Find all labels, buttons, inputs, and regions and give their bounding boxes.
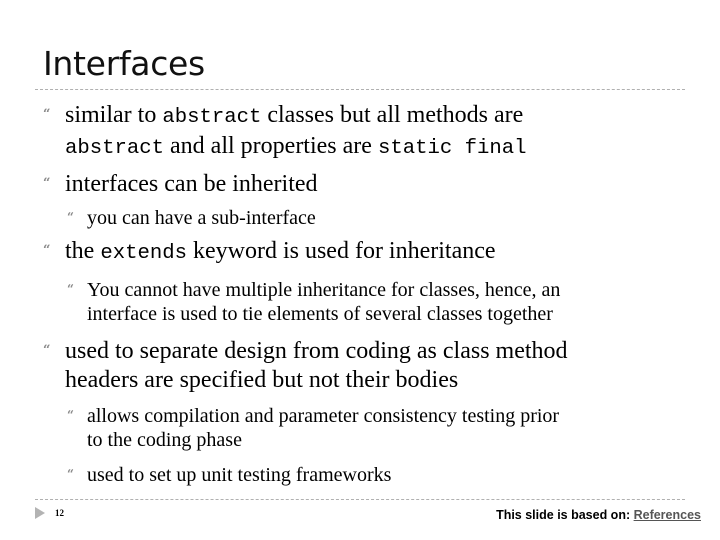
quote-bullet-icon: “ (43, 107, 51, 122)
code-keyword: abstract (65, 137, 165, 160)
bullet-text: similar to abstract classes but all meth… (65, 101, 685, 163)
text-run: and all properties are (164, 133, 378, 159)
quote-bullet-icon: “ (43, 343, 51, 358)
bullet-text: interfaces can be inherited (65, 170, 685, 199)
text-run: classes but all methods are (261, 102, 524, 128)
text-run: interface is used to tie elements of sev… (87, 303, 553, 325)
text-run: the (65, 238, 101, 264)
source-credit: This slide is based on: References (496, 507, 701, 523)
bullet-text: the extends keyword is used for inherita… (65, 237, 685, 268)
slide-title: Interfaces (43, 44, 205, 83)
title-divider (35, 89, 685, 90)
quote-bullet-icon: “ (67, 408, 74, 422)
text-run: used to set up unit testing frameworks (87, 464, 392, 486)
code-keyword: extends (100, 242, 187, 265)
bullet-text: used to separate design from coding as c… (65, 337, 685, 395)
footer-divider (35, 499, 685, 500)
references-link[interactable]: References (634, 508, 701, 522)
text-run: used to separate design from coding as c… (65, 338, 568, 364)
text-run: headers are specified but not their bodi… (65, 367, 459, 393)
quote-bullet-icon: “ (67, 282, 74, 296)
text-run: allows compilation and parameter consist… (87, 405, 560, 427)
bullet-text: used to set up unit testing frameworks (87, 463, 687, 487)
text-run: you can have a sub-interface (87, 207, 316, 229)
text-run: similar to (65, 102, 163, 128)
bullet-text: You cannot have multiple inheritance for… (87, 278, 687, 326)
bullet-text: you can have a sub-interface (87, 206, 687, 230)
play-arrow-icon (35, 507, 45, 519)
quote-bullet-icon: “ (67, 210, 74, 224)
bullet-text: allows compilation and parameter consist… (87, 404, 687, 452)
code-keyword: abstract (162, 106, 262, 129)
text-run: keyword is used for inheritance (186, 238, 496, 264)
quote-bullet-icon: “ (43, 243, 51, 258)
text-run: You cannot have multiple inheritance for… (87, 279, 561, 301)
code-keyword: static final (377, 137, 527, 160)
text-run: to the coding phase (87, 429, 242, 451)
source-credit-label: This slide is based on: (496, 508, 634, 522)
page-number: 12 (55, 508, 64, 518)
text-run: interfaces can be inherited (65, 171, 318, 197)
quote-bullet-icon: “ (43, 176, 51, 191)
quote-bullet-icon: “ (67, 467, 74, 481)
